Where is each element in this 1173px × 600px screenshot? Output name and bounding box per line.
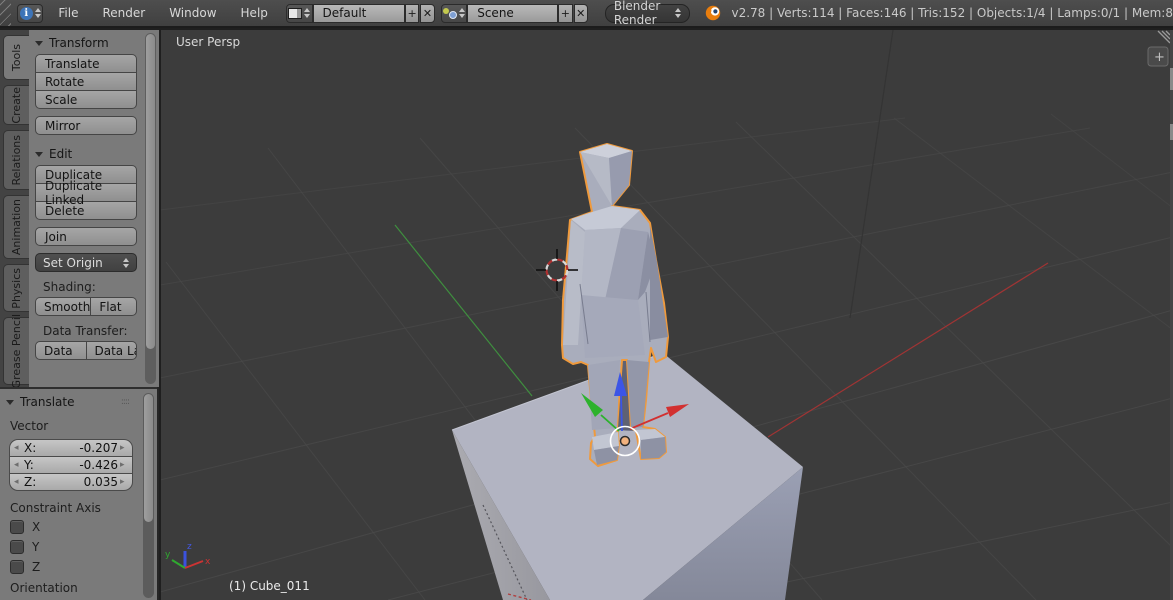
screen-layout-field[interactable]: Default bbox=[312, 3, 405, 23]
spinner-arrows-icon bbox=[123, 257, 129, 268]
vector-x-field[interactable]: ◂ X: -0.207 ▸ bbox=[9, 439, 133, 457]
view-name-label: User Persp bbox=[176, 35, 240, 49]
tab-grease-pencil[interactable]: Grease Pencil bbox=[3, 314, 29, 388]
menu-file[interactable]: File bbox=[46, 0, 90, 26]
data-button[interactable]: Data bbox=[35, 341, 87, 360]
translate-panel-header[interactable]: Translate :::: bbox=[0, 389, 157, 413]
blender-logo-icon bbox=[704, 4, 722, 22]
constraint-z-checkbox[interactable] bbox=[10, 560, 24, 574]
tab-tools[interactable]: Tools bbox=[3, 35, 29, 80]
panel-grip-icon[interactable]: :::: bbox=[121, 397, 130, 407]
constraint-axis-label: Constraint Axis bbox=[10, 501, 101, 515]
increment-arrow-icon[interactable]: ▸ bbox=[120, 443, 128, 453]
close-layout-button[interactable]: ✕ bbox=[420, 3, 435, 23]
shading-label: Shading: bbox=[43, 280, 96, 294]
area-corner-grip[interactable] bbox=[0, 0, 11, 26]
rotate-button[interactable]: Rotate bbox=[35, 72, 137, 91]
axis-widget: z y x bbox=[165, 542, 211, 569]
scene-browse-button[interactable] bbox=[440, 3, 468, 23]
screen-layout-browse-button[interactable] bbox=[285, 3, 313, 23]
scale-button[interactable]: Scale bbox=[35, 90, 137, 109]
spinner-arrows-icon bbox=[34, 8, 41, 18]
transform-panel-header[interactable]: Transform :::: bbox=[29, 30, 159, 54]
constraint-x-checkbox[interactable] bbox=[10, 520, 24, 534]
translate-button[interactable]: Translate bbox=[35, 54, 137, 73]
add-layout-button[interactable]: + bbox=[404, 3, 420, 23]
tab-animation[interactable]: Animation bbox=[3, 195, 29, 259]
active-object-label: (1) Cube_011 bbox=[229, 579, 310, 593]
menu-help[interactable]: Help bbox=[229, 0, 280, 26]
smooth-button[interactable]: Smooth bbox=[35, 297, 92, 316]
tools-panel-region: Transform :::: Translate Rotate Scale Mi… bbox=[29, 30, 159, 387]
data-layout-button[interactable]: Data La bbox=[86, 341, 137, 360]
open-properties-panel-button[interactable]: + bbox=[1147, 46, 1169, 67]
info-editor-icon: i bbox=[19, 6, 33, 20]
tools-scrollbar[interactable] bbox=[145, 33, 156, 384]
decrement-arrow-icon[interactable]: ◂ bbox=[14, 460, 22, 470]
viewport-3d[interactable]: z y x User Persp (1) Cube_011 + bbox=[161, 30, 1173, 600]
viewport-scene: z y x User Persp (1) Cube_011 + bbox=[161, 30, 1173, 600]
scene-statistics: v2.78 | Verts:114 | Faces:146 | Tris:152… bbox=[731, 6, 1173, 20]
collapse-triangle-icon bbox=[35, 151, 43, 157]
add-scene-button[interactable]: + bbox=[558, 3, 573, 23]
set-origin-dropdown[interactable]: Set Origin bbox=[35, 253, 137, 272]
tab-physics[interactable]: Physics bbox=[3, 264, 29, 312]
data-transfer-label: Data Transfer: bbox=[43, 324, 128, 338]
increment-arrow-icon[interactable]: ▸ bbox=[120, 477, 128, 487]
spinner-arrows-icon bbox=[458, 8, 465, 18]
decrement-arrow-icon[interactable]: ◂ bbox=[14, 443, 22, 453]
scene-field[interactable]: Scene bbox=[467, 3, 559, 23]
axis-x-label: x bbox=[205, 557, 211, 567]
render-engine-dropdown[interactable]: Blender Render bbox=[604, 0, 690, 27]
axis-z-label: z bbox=[187, 542, 192, 552]
menu-window[interactable]: Window bbox=[157, 0, 228, 26]
tab-create[interactable]: Create bbox=[3, 85, 29, 125]
menu-render[interactable]: Render bbox=[90, 0, 157, 26]
mirror-button[interactable]: Mirror bbox=[35, 116, 137, 135]
redo-scrollbar[interactable] bbox=[143, 393, 154, 598]
plus-icon: + bbox=[1154, 50, 1165, 65]
collapse-triangle-icon bbox=[35, 40, 43, 46]
vector-label: Vector bbox=[10, 419, 49, 433]
axis-y-label: y bbox=[165, 550, 171, 560]
tool-shelf-tabs: Tools Create Relations Animation Physics… bbox=[0, 30, 29, 388]
scene-icon bbox=[443, 7, 458, 19]
vector-y-field[interactable]: ◂ Y: -0.426 ▸ bbox=[9, 456, 133, 474]
operator-redo-panel: Translate :::: Vector ◂ X: -0.207 ▸ ◂ Y:… bbox=[0, 387, 157, 600]
render-engine-value: Blender Render bbox=[613, 0, 661, 27]
tool-shelf: Tools Create Relations Animation Physics… bbox=[0, 30, 159, 600]
info-header: i File Render Window Help Default + ✕ Sc… bbox=[0, 0, 1173, 28]
spinner-arrows-icon bbox=[303, 8, 310, 18]
constraint-y-checkbox[interactable] bbox=[10, 540, 24, 554]
collapse-triangle-icon bbox=[6, 399, 14, 405]
orientation-label: Orientation bbox=[10, 581, 78, 595]
spinner-arrows-icon bbox=[674, 8, 681, 18]
y-axis-line bbox=[394, 224, 533, 397]
increment-arrow-icon[interactable]: ▸ bbox=[120, 460, 128, 470]
screen-layout-icon bbox=[288, 7, 303, 19]
edit-panel-header[interactable]: Edit :::: bbox=[29, 135, 159, 165]
tab-relations[interactable]: Relations bbox=[3, 130, 29, 190]
vertical-grid-line bbox=[849, 30, 894, 319]
editor-type-selector[interactable]: i bbox=[16, 3, 44, 23]
object-origin-dot bbox=[619, 435, 631, 447]
join-button[interactable]: Join bbox=[35, 227, 137, 246]
vector-z-field[interactable]: ◂ Z: 0.035 ▸ bbox=[9, 473, 133, 491]
duplicate-linked-button[interactable]: Duplicate Linked bbox=[35, 179, 137, 207]
flat-button[interactable]: Flat bbox=[91, 297, 137, 316]
decrement-arrow-icon[interactable]: ◂ bbox=[14, 477, 22, 487]
close-scene-button[interactable]: ✕ bbox=[573, 3, 588, 23]
viewport-corner-grip[interactable] bbox=[1157, 30, 1171, 44]
